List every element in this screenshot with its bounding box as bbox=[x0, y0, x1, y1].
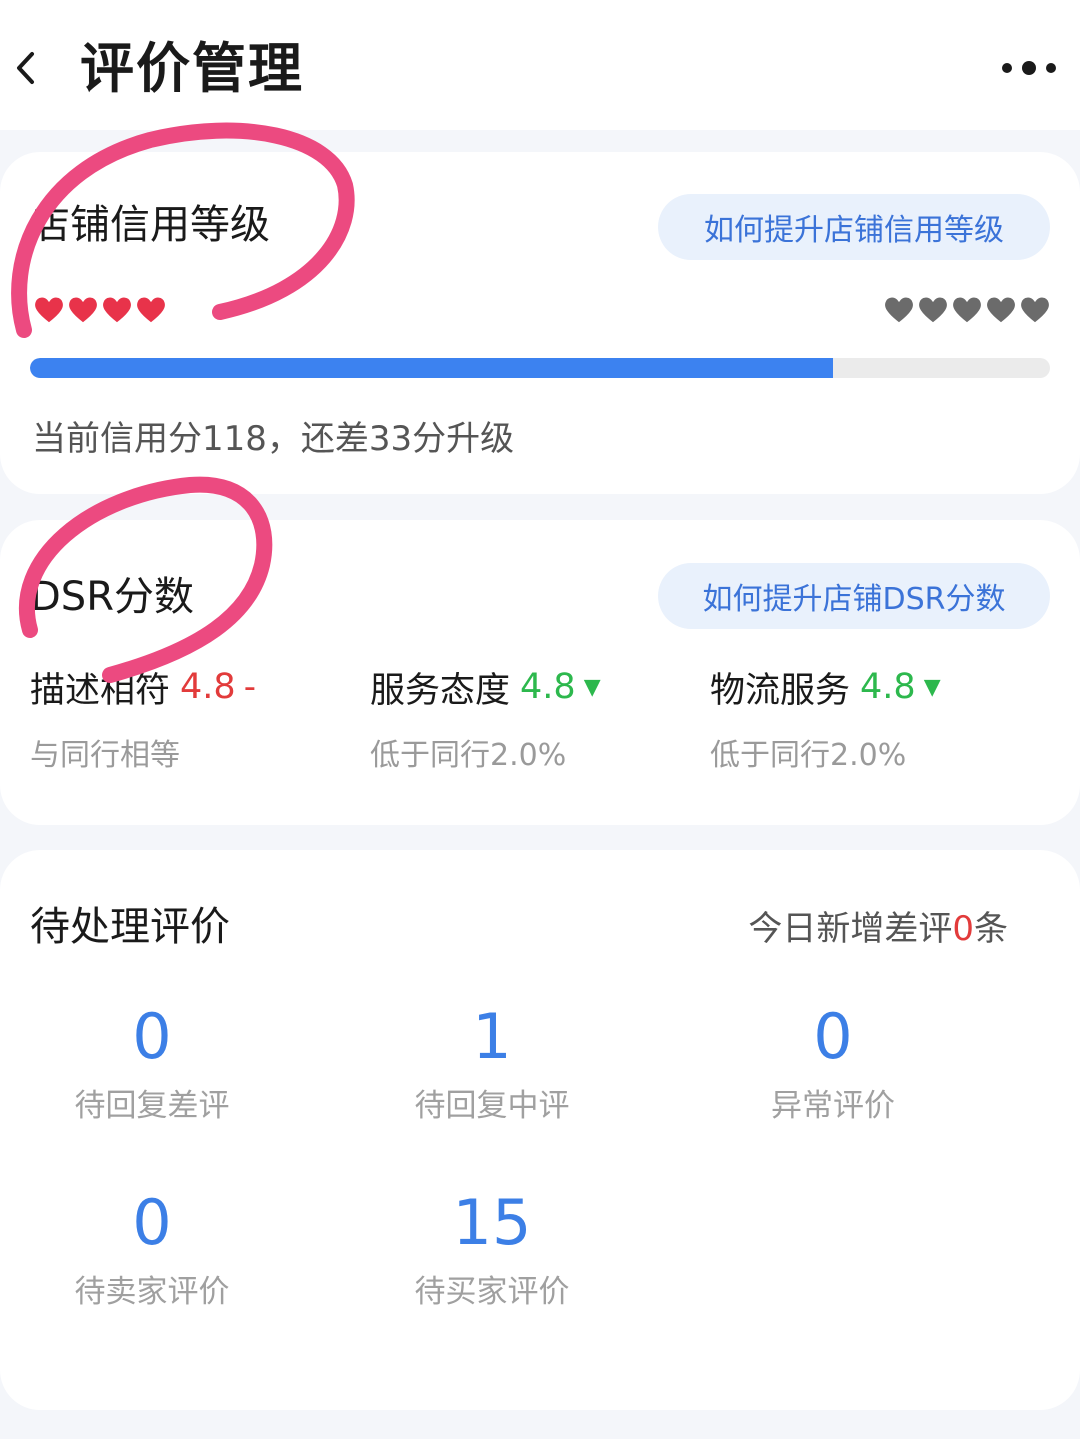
back-button[interactable] bbox=[4, 42, 48, 94]
heart-icon bbox=[101, 296, 133, 324]
heart-icon bbox=[985, 296, 1017, 324]
stat-label: 待买家评价 bbox=[414, 1274, 570, 1310]
credit-level-card: 店铺信用等级 如何提升店铺信用等级 当前信用分118，还差33分升级 bbox=[0, 152, 1080, 494]
dsr-trend-flat-icon: - bbox=[243, 667, 256, 707]
credit-progress-bar bbox=[30, 358, 1050, 378]
stat-pending-negative-reply[interactable]: 0 待回复差评 bbox=[2, 1000, 302, 1126]
more-options-button[interactable] bbox=[994, 48, 1064, 88]
stat-label: 待回复中评 bbox=[414, 1088, 570, 1124]
heart-icon bbox=[883, 296, 915, 324]
credit-help-button[interactable]: 如何提升店铺信用等级 bbox=[658, 194, 1050, 260]
stat-label: 待回复差评 bbox=[74, 1088, 230, 1124]
stat-label: 待卖家评价 bbox=[74, 1274, 230, 1310]
stat-pending-neutral-reply[interactable]: 1 待回复中评 bbox=[342, 1000, 642, 1126]
stat-pending-buyer-review[interactable]: 15 待买家评价 bbox=[342, 1186, 642, 1312]
stat-value: 15 bbox=[452, 1186, 532, 1259]
pending-reviews-card: 待处理评价 今日新增差评0条 0 待回复差评 1 待回复中评 0 异常评价 0 … bbox=[0, 850, 1080, 1410]
heart-icon bbox=[67, 296, 99, 324]
dsr-compare-text: 低于同行2.0% bbox=[370, 738, 567, 773]
credit-section-title: 店铺信用等级 bbox=[30, 202, 270, 248]
stat-value: 0 bbox=[813, 1000, 853, 1073]
next-level-hearts bbox=[882, 294, 1052, 326]
today-bad-count: 0 bbox=[952, 909, 974, 949]
dsr-compare-text: 与同行相等 bbox=[30, 738, 180, 773]
dsr-section-title: DSR分数 bbox=[30, 574, 194, 620]
dsr-score: 4.8 bbox=[180, 667, 236, 707]
dsr-score: 4.8 bbox=[860, 667, 916, 707]
dsr-item-service: 服务态度 4.8 ▼ 低于同行2.0% bbox=[370, 662, 700, 782]
stat-value: 0 bbox=[132, 1186, 172, 1259]
heart-icon bbox=[917, 296, 949, 324]
top-bar: 评价管理 bbox=[0, 0, 1080, 130]
credit-progress-fill bbox=[30, 358, 833, 378]
heart-icon bbox=[951, 296, 983, 324]
dsr-label: 描述相符 bbox=[30, 670, 171, 711]
today-new-bad-reviews: 今日新增差评0条 bbox=[748, 906, 1008, 952]
today-bad-prefix: 今日新增差评 bbox=[748, 909, 953, 949]
heart-icon bbox=[135, 296, 167, 324]
dsr-label: 物流服务 bbox=[710, 670, 851, 711]
dsr-trend-down-icon: ▼ bbox=[583, 674, 601, 700]
credit-summary: 当前信用分118，还差33分升级 bbox=[32, 419, 515, 459]
more-dots-icon bbox=[1002, 61, 1056, 75]
today-bad-suffix: 条 bbox=[974, 909, 1008, 949]
dsr-help-button[interactable]: 如何提升店铺DSR分数 bbox=[658, 563, 1050, 629]
heart-icon bbox=[1019, 296, 1051, 324]
dsr-item-logistics: 物流服务 4.8 ▼ 低于同行2.0% bbox=[710, 662, 1040, 782]
active-hearts bbox=[32, 294, 168, 326]
page-title: 评价管理 bbox=[80, 37, 304, 100]
dsr-score: 4.8 bbox=[520, 667, 576, 707]
stat-value: 1 bbox=[472, 1000, 512, 1073]
stat-abnormal-reviews[interactable]: 0 异常评价 bbox=[683, 1000, 983, 1126]
dsr-trend-down-icon: ▼ bbox=[923, 674, 941, 700]
chevron-left-icon bbox=[17, 52, 34, 84]
dsr-compare-text: 低于同行2.0% bbox=[710, 738, 907, 773]
pending-section-title: 待处理评价 bbox=[30, 904, 230, 950]
stat-label: 异常评价 bbox=[771, 1088, 895, 1124]
stat-value: 0 bbox=[132, 1000, 172, 1073]
dsr-item-description: 描述相符 4.8 - 与同行相等 bbox=[30, 662, 360, 782]
heart-icon bbox=[33, 296, 65, 324]
stat-pending-seller-review[interactable]: 0 待卖家评价 bbox=[2, 1186, 302, 1312]
dsr-card: DSR分数 如何提升店铺DSR分数 描述相符 4.8 - 与同行相等 服务态度 … bbox=[0, 520, 1080, 825]
dsr-label: 服务态度 bbox=[370, 670, 511, 711]
